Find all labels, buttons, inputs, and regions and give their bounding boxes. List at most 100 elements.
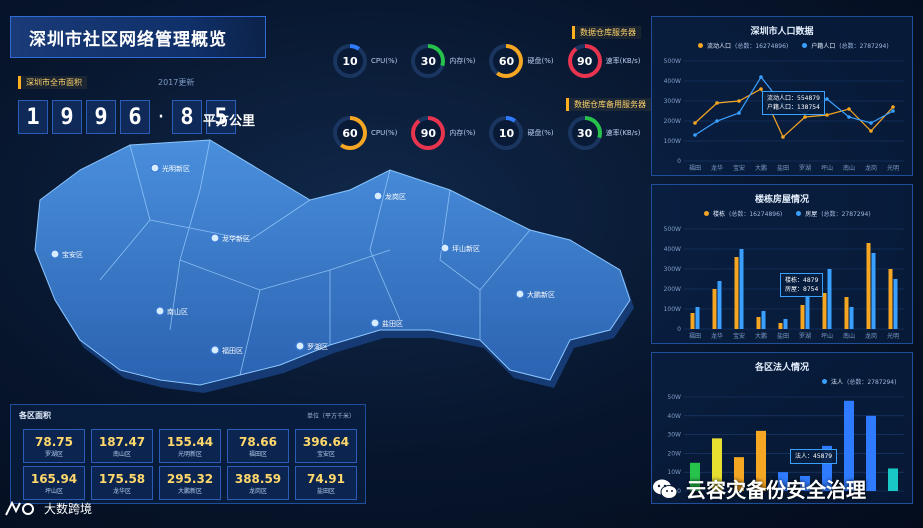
district-area-cell: 155.44 光明新区 bbox=[159, 429, 221, 463]
primary-server-title: 数据仓库服务器 bbox=[572, 26, 641, 39]
district-area-cell: 396.64 宝安区 bbox=[295, 429, 357, 463]
district-label: 宝安区 bbox=[62, 250, 83, 259]
district-area-cell: 388.59 龙岗区 bbox=[227, 466, 289, 500]
y-tick-label: 100W bbox=[664, 138, 681, 145]
area-digit: 9 bbox=[86, 100, 116, 134]
district-area-name: 盐田区 bbox=[316, 487, 335, 495]
bar bbox=[761, 311, 766, 329]
x-tick-label: 南山 bbox=[843, 164, 855, 172]
location-pin-icon bbox=[373, 191, 383, 201]
population-panel: 深圳市人口数据 流动人口 (总数：16274896) 户籍人口 (总数：2787294… bbox=[651, 16, 913, 176]
bar bbox=[871, 253, 876, 329]
x-tick-label: 光明 bbox=[887, 164, 899, 172]
data-point bbox=[693, 121, 697, 125]
population-title: 深圳市人口数据 bbox=[750, 27, 814, 37]
district-marker[interactable]: 光明新区 bbox=[150, 163, 190, 173]
legend-dot bbox=[822, 379, 827, 384]
data-point bbox=[781, 135, 785, 139]
y-tick-label: 0 bbox=[677, 158, 681, 165]
legal-title: 各区法人情况 bbox=[754, 363, 809, 373]
bar bbox=[778, 323, 783, 329]
district-area-value: 165.94 bbox=[30, 471, 78, 486]
district-area-name: 福田区 bbox=[248, 450, 267, 458]
stats-row: 165.94 坪山区 175.58 龙华区 295.32 大鹏新区 388.59 龙岗区 74.… bbox=[23, 466, 357, 500]
district-marker[interactable]: 龙岗区 bbox=[373, 191, 406, 201]
x-tick-label: 宝安 bbox=[733, 164, 745, 172]
x-tick-label: 福田 bbox=[689, 332, 701, 340]
legend-dot bbox=[698, 43, 703, 48]
housing-tooltip: 楼栋：4879 房屋：8754 bbox=[780, 273, 824, 297]
data-point bbox=[869, 121, 873, 125]
bar bbox=[690, 313, 695, 329]
district-area-value: 388.59 bbox=[234, 471, 282, 486]
housing-panel: 楼栋房屋情况 楼栋 (总数：16274896) 房屋 (总数：2787294) 0 10… bbox=[651, 184, 913, 344]
x-tick-label: 宝安 bbox=[733, 332, 745, 340]
watermark-right-text: 云容灾备份安全治理 bbox=[686, 478, 866, 502]
district-marker[interactable]: 罗湖区 bbox=[295, 341, 328, 351]
district-area-name: 光明新区 bbox=[177, 450, 202, 458]
location-pin-icon bbox=[515, 289, 525, 299]
area-unit: 平方公里 bbox=[203, 114, 256, 129]
bar bbox=[822, 293, 827, 329]
district-area-grid: 78.75 罗湖区 187.47 南山区 155.44 光明新区 78.66 福田区 396.6… bbox=[23, 429, 357, 500]
population-tooltip: 流动人口：554879 户籍人口：138754 bbox=[762, 91, 825, 115]
gauge-label: 速率(KB/s) bbox=[605, 57, 641, 65]
bar bbox=[866, 415, 876, 491]
district-area-value: 78.66 bbox=[239, 434, 277, 449]
district-area-cell: 175.58 龙华区 bbox=[91, 466, 153, 500]
stats-row: 78.75 罗湖区 187.47 南山区 155.44 光明新区 78.66 福田区 396.6… bbox=[23, 429, 357, 463]
district-label: 龙华新区 bbox=[222, 234, 250, 243]
district-area-cell: 295.32 大鹏新区 bbox=[159, 466, 221, 500]
district-label: 大鹏新区 bbox=[527, 290, 555, 299]
area-year-note: 2017更新 bbox=[158, 78, 195, 87]
location-pin-icon bbox=[440, 243, 450, 253]
district-marker[interactable]: 盐田区 bbox=[370, 318, 403, 328]
tooltip-line: 房屋：8754 bbox=[785, 286, 819, 293]
legal-tooltip: 法人：45879 bbox=[790, 449, 838, 464]
location-pin-icon bbox=[210, 345, 220, 355]
data-point bbox=[693, 133, 697, 137]
district-area-name: 龙华区 bbox=[112, 487, 131, 495]
district-label: 南山区 bbox=[167, 307, 188, 316]
district-area-cell: 74.91 盐田区 bbox=[295, 466, 357, 500]
district-area-value: 187.47 bbox=[98, 434, 146, 449]
primary-server-gauges: 10 CPU(%) 30 内存(%) 60 硬盘(%) 90 速率(KB/s) bbox=[333, 44, 640, 78]
district-area-value: 295.32 bbox=[166, 471, 214, 486]
x-tick-label: 罗湖 bbox=[799, 164, 811, 172]
bar bbox=[866, 243, 871, 329]
y-tick-label: 0 bbox=[677, 326, 681, 333]
bar bbox=[734, 257, 739, 329]
data-point bbox=[847, 115, 851, 119]
legend-dot bbox=[796, 211, 802, 216]
data-point bbox=[737, 99, 741, 103]
bar bbox=[756, 317, 761, 329]
district-area-value: 155.44 bbox=[166, 434, 214, 449]
district-area-panel: 各区面积 单位（平方千米） 78.75 罗湖区 187.47 南山区 155.44 光明新… bbox=[10, 404, 366, 504]
x-tick-label: 龙岗 bbox=[865, 164, 877, 172]
bar bbox=[805, 295, 810, 329]
district-marker[interactable]: 南山区 bbox=[155, 306, 188, 316]
district-marker[interactable]: 坪山新区 bbox=[440, 243, 480, 253]
district-marker[interactable]: 大鹏新区 bbox=[515, 289, 555, 299]
y-tick-label: 500W bbox=[664, 226, 681, 233]
server-gauge: 10 CPU(%) bbox=[333, 44, 397, 78]
wechat-watermark: 云容灾备份安全治理 bbox=[652, 474, 866, 503]
y-tick-label: 200W bbox=[664, 286, 681, 293]
x-tick-label: 坪山 bbox=[821, 164, 833, 172]
district-area-value: 78.75 bbox=[35, 434, 73, 449]
district-marker[interactable]: 宝安区 bbox=[50, 249, 83, 259]
area-digit: · bbox=[157, 104, 165, 130]
location-pin-icon bbox=[370, 318, 380, 328]
legend-dot bbox=[802, 43, 808, 48]
y-tick-label: 100W bbox=[664, 306, 681, 313]
data-point bbox=[869, 129, 873, 133]
x-tick-label: 龙华 bbox=[711, 164, 723, 172]
data-point bbox=[825, 113, 829, 117]
district-marker[interactable]: 福田区 bbox=[210, 345, 243, 355]
data-point bbox=[891, 105, 895, 109]
tooltip-line: 楼栋：4879 bbox=[785, 277, 819, 284]
district-area-cell: 187.47 南山区 bbox=[91, 429, 153, 463]
x-tick-label: 光明 bbox=[887, 332, 899, 340]
brand-logo-icon bbox=[5, 500, 34, 515]
district-marker[interactable]: 龙华新区 bbox=[210, 233, 250, 243]
